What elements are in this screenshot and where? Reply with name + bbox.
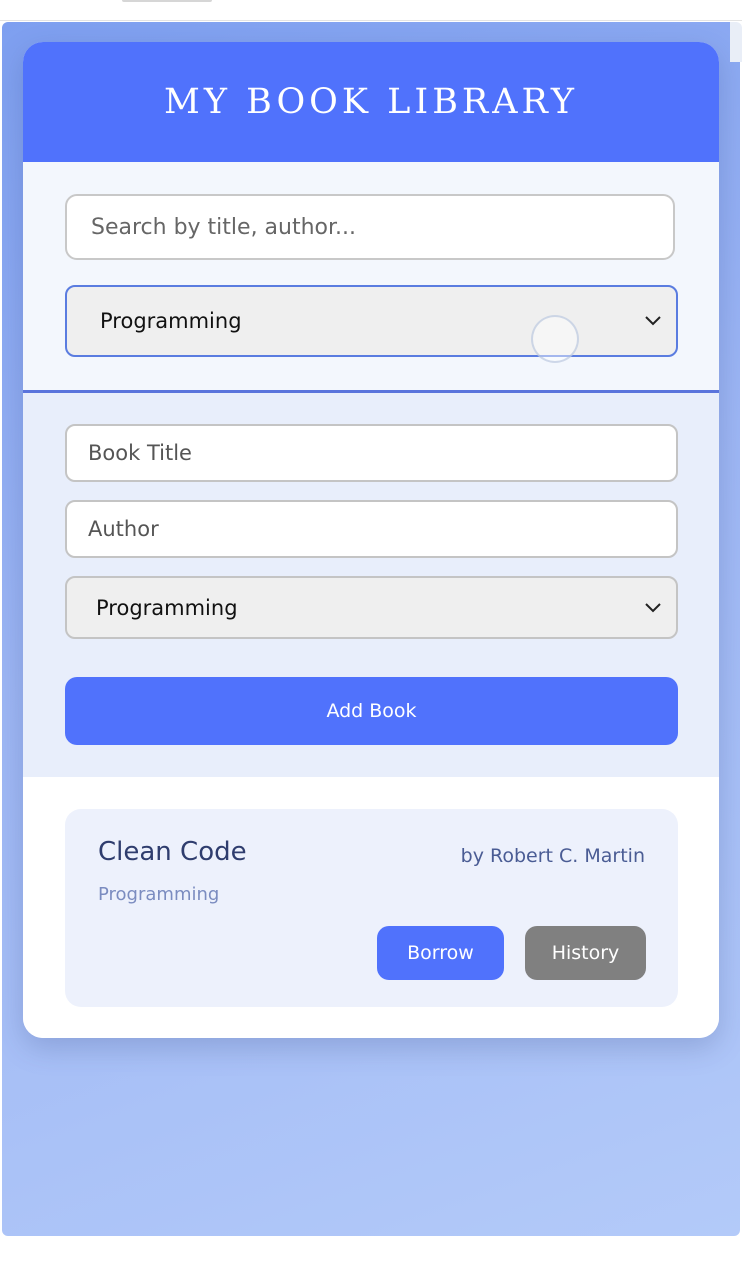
book-list: Clean Code by Robert C. Martin Programmi… <box>23 777 719 1038</box>
library-card: MY BOOK LIBRARY Programming Programming … <box>23 42 719 1038</box>
add-book-button[interactable]: Add Book <box>65 677 678 745</box>
book-author: by Robert C. Martin <box>460 845 645 867</box>
page-title: MY BOOK LIBRARY <box>164 82 578 122</box>
book-category: Programming <box>98 884 220 905</box>
author-field[interactable] <box>65 500 678 558</box>
book-title: Clean Code <box>98 837 247 867</box>
category-select[interactable]: Programming <box>65 576 678 639</box>
category-select-value: Programming <box>96 595 238 620</box>
touch-ripple <box>531 315 579 363</box>
page-viewport: MY BOOK LIBRARY Programming Programming … <box>2 22 740 1236</box>
tab-indicator <box>122 0 212 2</box>
book-title-field[interactable] <box>65 424 678 482</box>
category-filter-value: Programming <box>100 309 242 333</box>
borrow-button[interactable]: Borrow <box>377 926 504 980</box>
viewport-edge <box>730 22 742 62</box>
history-button[interactable]: History <box>525 926 646 980</box>
browser-top-strip <box>0 0 742 21</box>
book-item: Clean Code by Robert C. Martin Programmi… <box>65 809 678 1007</box>
add-book-section: Programming Add Book <box>23 393 719 777</box>
category-filter-select[interactable]: Programming <box>65 285 678 357</box>
search-section: Programming <box>23 162 719 393</box>
chevron-down-icon <box>645 602 661 612</box>
search-input[interactable] <box>65 194 675 260</box>
library-header: MY BOOK LIBRARY <box>23 42 719 162</box>
chevron-down-icon <box>645 316 661 326</box>
